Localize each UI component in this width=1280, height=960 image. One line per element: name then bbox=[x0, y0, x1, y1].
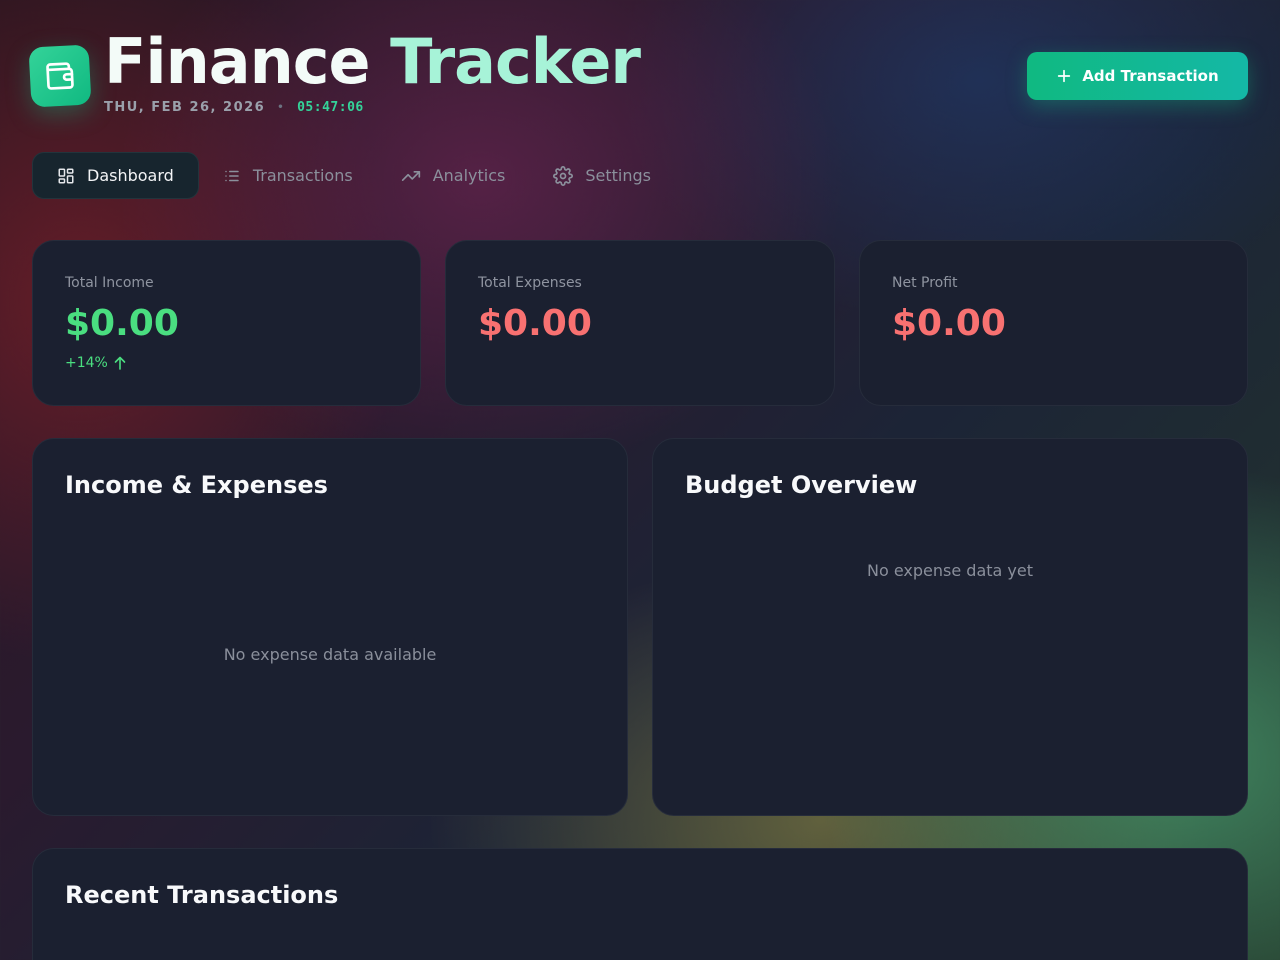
panel-title: Budget Overview bbox=[685, 471, 918, 499]
title-main: Finance bbox=[104, 25, 371, 98]
stat-value: $0.00 bbox=[892, 303, 1006, 344]
tab-dashboard[interactable]: Dashboard bbox=[32, 152, 199, 199]
app-logo bbox=[28, 44, 92, 108]
trend-text: +14% bbox=[65, 355, 108, 371]
stat-card-expenses: Total Expenses $0.00 bbox=[445, 240, 835, 406]
panel-title: Income & Expenses bbox=[65, 471, 328, 499]
tab-settings[interactable]: Settings bbox=[529, 152, 675, 199]
current-date: THU, FEB 26, 2026 bbox=[104, 100, 266, 115]
panel-title: Recent Transactions bbox=[65, 881, 339, 909]
stat-card-income: Total Income $0.00 +14% bbox=[32, 240, 421, 406]
tab-settings-label: Settings bbox=[585, 166, 651, 185]
arrow-up-icon bbox=[114, 356, 126, 370]
tab-transactions[interactable]: Transactions bbox=[199, 152, 377, 199]
add-transaction-button[interactable]: Add Transaction bbox=[1027, 52, 1248, 100]
title-accent: Tracker bbox=[390, 25, 641, 98]
budget-overview-panel: Budget Overview No expense data yet bbox=[652, 438, 1248, 816]
tab-analytics[interactable]: Analytics bbox=[377, 152, 530, 199]
stat-trend: +14% bbox=[65, 355, 126, 371]
list-icon bbox=[225, 170, 239, 181]
trending-up-icon bbox=[401, 170, 420, 181]
page-title: Finance Tracker bbox=[104, 25, 641, 98]
main-tabs: Dashboard Transactions Analytics Setting… bbox=[32, 152, 675, 199]
empty-state-text: No expense data yet bbox=[867, 561, 1033, 580]
grid-icon bbox=[58, 168, 74, 183]
stat-label: Total Expenses bbox=[478, 275, 582, 291]
recent-transactions-panel: Recent Transactions bbox=[32, 848, 1248, 960]
tab-dashboard-label: Dashboard bbox=[87, 166, 174, 185]
stat-label: Total Income bbox=[65, 275, 154, 291]
plus-icon bbox=[1058, 69, 1071, 83]
empty-state-text: No expense data available bbox=[223, 645, 437, 664]
income-expenses-panel: Income & Expenses No expense data availa… bbox=[32, 438, 628, 816]
date-time-line: THU, FEB 26, 2026 • 05:47:06 bbox=[104, 100, 364, 115]
wallet-icon bbox=[46, 62, 74, 90]
stat-card-net-profit: Net Profit $0.00 bbox=[859, 240, 1248, 406]
stat-value: $0.00 bbox=[478, 303, 592, 344]
gear-icon bbox=[553, 165, 574, 186]
separator-dot: • bbox=[277, 102, 286, 113]
add-transaction-label: Add Transaction bbox=[1082, 67, 1219, 85]
tab-transactions-label: Transactions bbox=[252, 166, 353, 185]
stat-value: $0.00 bbox=[65, 303, 179, 344]
tab-analytics-label: Analytics bbox=[432, 166, 506, 185]
stat-label: Net Profit bbox=[892, 275, 958, 291]
current-time: 05:47:06 bbox=[297, 100, 364, 115]
